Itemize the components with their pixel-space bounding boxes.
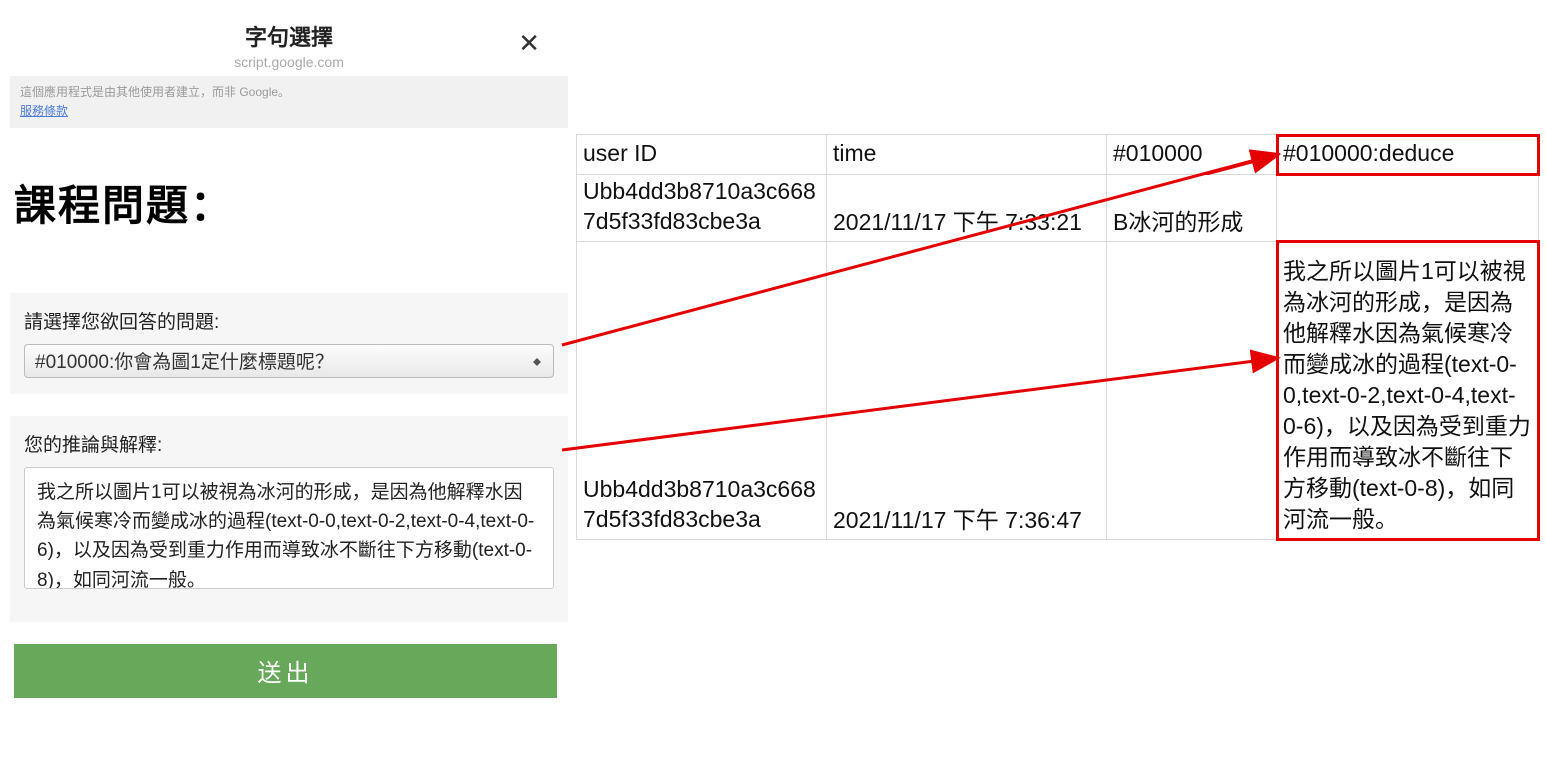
table-row: Ubb4dd3b8710a3c6687d5f33fd83cbe3a 2021/1… [577, 175, 1539, 242]
panel-title: 字句選擇 [10, 20, 568, 52]
cell-deduce: 我之所以圖片1可以被視為冰河的形成，是因為他解釋水因為氣候寒冷而變成冰的過程(t… [1277, 241, 1539, 539]
notice-bar: 這個應用程式是由其他使用者建立，而非 Google。 服務條款 [10, 76, 568, 128]
tos-link[interactable]: 服務條款 [20, 103, 68, 120]
question-select[interactable]: #010000:你會為圖1定什麼標題呢？ [24, 344, 554, 378]
table-row: Ubb4dd3b8710a3c6687d5f33fd83cbe3a 2021/1… [577, 241, 1539, 539]
explain-textarea[interactable] [24, 467, 554, 589]
table-header-row: user ID time #010000 #010000:deduce [577, 135, 1539, 175]
explain-label: 您的推論與解釋: [24, 430, 554, 457]
page-title: 課程問題： [14, 172, 568, 233]
panel-subtitle: script.google.com [10, 54, 568, 70]
cell-time: 2021/11/17 下午 7:33:21 [827, 175, 1107, 242]
header-code: #010000 [1107, 135, 1277, 175]
cell-userid: Ubb4dd3b8710a3c6687d5f33fd83cbe3a [577, 241, 827, 539]
header-userid: user ID [577, 135, 827, 175]
panel-header: 字句選擇 script.google.com ✕ [10, 20, 568, 70]
submit-button[interactable]: 送出 [14, 644, 557, 698]
cell-userid: Ubb4dd3b8710a3c6687d5f33fd83cbe3a [577, 175, 827, 242]
close-icon[interactable]: ✕ [518, 28, 540, 59]
explain-block: 您的推論與解釋: [10, 416, 568, 622]
select-label: 請選擇您欲回答的問題: [24, 307, 554, 334]
select-value: #010000:你會為圖1定什麼標題呢？ [35, 347, 334, 374]
data-table: user ID time #010000 #010000:deduce Ubb4… [576, 134, 1539, 540]
chevron-updown-icon [527, 345, 547, 377]
header-deduce: #010000:deduce [1277, 135, 1539, 175]
cell-time: 2021/11/17 下午 7:36:47 [827, 241, 1107, 539]
header-time: time [827, 135, 1107, 175]
cell-code [1107, 241, 1277, 539]
cell-deduce [1277, 175, 1539, 242]
form-panel: 字句選擇 script.google.com ✕ 這個應用程式是由其他使用者建立… [10, 20, 568, 698]
cell-code: B冰河的形成 [1107, 175, 1277, 242]
question-select-block: 請選擇您欲回答的問題: #010000:你會為圖1定什麼標題呢？ [10, 293, 568, 394]
notice-text: 這個應用程式是由其他使用者建立，而非 Google。 [20, 85, 290, 99]
